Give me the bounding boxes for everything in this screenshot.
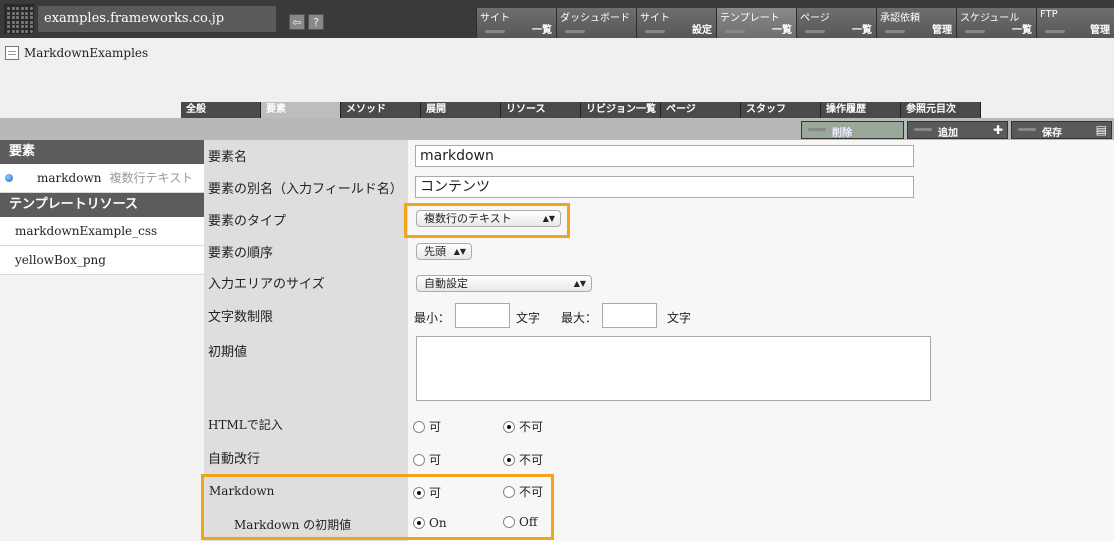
markdown-default-on-radio[interactable]: On (413, 516, 447, 530)
add-button[interactable]: 追加 ✚ (907, 121, 1008, 139)
radio-on-icon (503, 453, 515, 466)
tab-revisions[interactable]: リビジョン一覧 (581, 102, 661, 118)
autobreak-yes-radio[interactable]: 可 (413, 451, 441, 468)
menu-template-list[interactable]: テンプレート 一覧 (716, 8, 796, 38)
max-length-input[interactable] (602, 303, 657, 328)
row-html: HTMLで記入 可 不可 (204, 408, 1114, 441)
row-markdown-default: Markdown の初期値 On Off (204, 507, 1114, 541)
html-no-radio[interactable]: 不可 (503, 418, 543, 435)
size-label: 入力エリアのサイズ (204, 267, 408, 298)
max-unit: 文字 (667, 311, 692, 325)
menu-site-settings[interactable]: サイト 設定 (636, 8, 716, 38)
tab-elements[interactable]: 要素 (261, 102, 341, 118)
tab-deploy[interactable]: 展開 (421, 102, 501, 118)
sidebar-item-markdown[interactable]: markdown 複数行テキスト (0, 164, 205, 193)
element-type: 複数行テキスト (109, 171, 194, 185)
sidebar-item-resource[interactable]: markdownExample_css (0, 217, 205, 246)
logo-grid-icon[interactable] (4, 4, 34, 34)
menu-site-list[interactable]: サイト 一覧 (476, 8, 556, 38)
help-button[interactable]: ? (308, 14, 324, 30)
autobreak-no-radio[interactable]: 不可 (503, 451, 543, 468)
row-default: 初期値 (204, 333, 1114, 409)
radio-off-icon (503, 485, 515, 498)
alias-label: 要素の別名（入力フィールド名） (204, 171, 408, 203)
tab-bar: 全般 要素 メソッド 展開 リソース リビジョン一覧 ページ スタッフ 操作履歴… (181, 102, 981, 118)
radio-off-icon (413, 420, 425, 433)
radio-on-icon (503, 420, 515, 433)
breadcrumb: MarkdownExamples (5, 46, 148, 60)
type-label: 要素のタイプ (204, 203, 408, 236)
input-area-size-select[interactable]: 自動設定 ▲▼ (416, 275, 592, 292)
tab-methods[interactable]: メソッド (341, 102, 421, 118)
name-label: 要素名 (204, 140, 408, 171)
document-icon (5, 46, 19, 60)
element-alias-input[interactable]: コンテンツ (415, 176, 914, 198)
selected-dot-icon (5, 174, 13, 182)
back-arrow-icon[interactable]: ⇦ (289, 14, 305, 30)
plus-icon: ✚ (992, 123, 1003, 137)
markdown-no-radio[interactable]: 不可 (503, 483, 543, 500)
row-markdown: Markdown 可 不可 (204, 474, 1114, 508)
radio-on-icon (413, 486, 425, 499)
tab-general[interactable]: 全般 (181, 102, 261, 118)
tab-pages[interactable]: ページ (661, 102, 741, 118)
menu-approval[interactable]: 承認依頼 管理 (876, 8, 956, 38)
row-limit: 文字数制限 最小： 文字 最大： 文字 (204, 298, 1114, 334)
element-name: markdown (37, 171, 102, 185)
site-name[interactable]: examples.frameworks.co.jp (38, 6, 276, 32)
autobreak-label: 自動改行 (204, 440, 408, 474)
markdown-label: Markdown (204, 474, 408, 507)
row-name: 要素名 markdown (204, 140, 1114, 172)
delete-button[interactable]: 削除 (801, 121, 904, 139)
tab-references[interactable]: 参照元目次 (901, 102, 981, 118)
row-order: 要素の順序 先頭 ▲▼ (204, 236, 1114, 268)
sidebar-item-resource[interactable]: yellowBox_png (0, 246, 205, 275)
default-label: 初期値 (204, 333, 408, 408)
min-label: 最小： (414, 311, 451, 325)
row-alias: 要素の別名（入力フィールド名） コンテンツ (204, 171, 1114, 204)
breadcrumb-label[interactable]: MarkdownExamples (24, 46, 148, 60)
limit-label: 文字数制限 (204, 298, 408, 333)
top-bar: examples.frameworks.co.jp ⇦ ? サイト 一覧 ダッシュ… (0, 0, 1114, 38)
sidebar-elements-header: 要素 (0, 140, 205, 164)
row-type: 要素のタイプ 複数行のテキスト ▲▼ (204, 203, 1114, 237)
save-button[interactable]: 保存 ▤ (1011, 121, 1112, 139)
radio-on-icon (413, 517, 425, 529)
top-menu: サイト 一覧 ダッシュボード サイト 設定 テンプレート 一覧 ページ 一覧 承認依頼管… (476, 8, 1114, 38)
element-name-input[interactable]: markdown (415, 145, 914, 167)
radio-off-icon (503, 516, 515, 528)
order-label: 要素の順序 (204, 236, 408, 267)
menu-schedule[interactable]: スケジュール 一覧 (956, 8, 1036, 38)
html-yes-radio[interactable]: 可 (413, 418, 441, 435)
markdown-yes-radio[interactable]: 可 (413, 484, 441, 501)
max-label: 最大： (561, 311, 598, 325)
sidebar-resources-header: テンプレートリソース (0, 193, 205, 217)
element-order-select[interactable]: 先頭 ▲▼ (416, 243, 472, 260)
min-length-input[interactable] (455, 303, 510, 328)
min-unit: 文字 (516, 311, 541, 325)
save-icon: ▤ (1095, 123, 1107, 137)
markdown-default-off-radio[interactable]: Off (503, 515, 537, 529)
element-type-select[interactable]: 複数行のテキスト ▲▼ (416, 210, 561, 227)
html-label: HTMLで記入 (204, 408, 408, 440)
radio-off-icon (413, 453, 425, 466)
menu-dashboard[interactable]: ダッシュボード (556, 8, 636, 38)
row-autobreak: 自動改行 可 不可 (204, 440, 1114, 475)
sidebar: 要素 markdown 複数行テキスト テンプレートリソース markdownEx… (0, 140, 205, 541)
row-size: 入力エリアのサイズ 自動設定 ▲▼ (204, 267, 1114, 299)
tab-history[interactable]: 操作履歴 (821, 102, 901, 118)
default-value-textarea[interactable] (416, 336, 931, 401)
tab-staff[interactable]: スタッフ (741, 102, 821, 118)
menu-ftp[interactable]: FTP 管理 (1036, 8, 1114, 38)
menu-page-list[interactable]: ページ 一覧 (796, 8, 876, 38)
tab-resources[interactable]: リソース (501, 102, 581, 118)
markdown-default-label: Markdown の初期値 (204, 507, 408, 541)
